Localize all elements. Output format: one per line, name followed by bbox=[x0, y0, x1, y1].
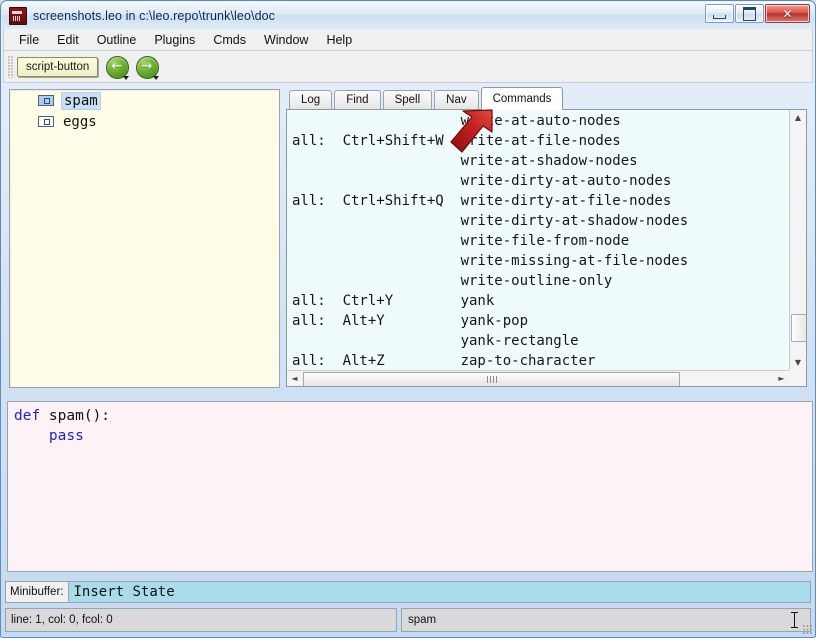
back-button[interactable]: ← bbox=[105, 54, 131, 80]
commands-vertical-scrollbar[interactable]: ▲ ▼ bbox=[789, 110, 806, 370]
command-row[interactable]: write-at-shadow-nodes bbox=[287, 151, 789, 171]
toolbar-drag-grip[interactable] bbox=[8, 55, 13, 78]
forward-dropdown-caret-icon[interactable] bbox=[153, 75, 160, 80]
keyword-pass: pass bbox=[48, 428, 84, 444]
tab-log[interactable]: Log bbox=[289, 90, 333, 109]
command-row[interactable]: write-outline-only bbox=[287, 271, 789, 291]
menu-cmds[interactable]: Cmds bbox=[204, 31, 255, 49]
commands-list[interactable]: write-at-auto-nodes all: Ctrl+Shift+W wri… bbox=[287, 110, 789, 370]
code-text-1: spam(): bbox=[40, 408, 111, 424]
command-row[interactable]: yank-rectangle bbox=[287, 331, 789, 351]
maximize-button[interactable] bbox=[735, 4, 764, 23]
command-row[interactable]: write-file-from-node bbox=[287, 231, 789, 251]
menu-file[interactable]: File bbox=[10, 31, 48, 49]
menu-edit[interactable]: Edit bbox=[48, 31, 88, 49]
minimize-icon bbox=[706, 5, 733, 22]
command-row[interactable]: all: Alt+Y yank-pop bbox=[287, 311, 789, 331]
minibuffer-input[interactable]: Insert State bbox=[68, 581, 811, 603]
node-icon[interactable] bbox=[38, 116, 54, 127]
leo-app-icon bbox=[9, 6, 27, 25]
log-pane: Log Find Spell Nav Commands write-at-aut… bbox=[286, 87, 807, 388]
command-row[interactable]: all: Alt+Z zap-to-character bbox=[287, 351, 789, 370]
code-line-1: def spam(): bbox=[14, 406, 812, 426]
command-row[interactable]: all: Ctrl+Shift+W write-at-file-nodes bbox=[287, 131, 789, 151]
node-icon[interactable] bbox=[38, 95, 54, 106]
minibuffer-label: Minibuffer: bbox=[5, 581, 69, 603]
horizontal-scroll-thumb[interactable] bbox=[303, 372, 680, 386]
window-resize-grip[interactable] bbox=[803, 625, 813, 635]
keyword-def: def bbox=[14, 408, 41, 424]
maximize-icon bbox=[736, 5, 763, 22]
text-cursor-icon bbox=[791, 612, 798, 628]
close-icon: ✕ bbox=[782, 6, 793, 21]
tree-node-eggs[interactable]: eggs bbox=[10, 111, 279, 132]
tab-nav[interactable]: Nav bbox=[434, 90, 479, 109]
command-row[interactable]: write-missing-at-file-nodes bbox=[287, 251, 789, 271]
menu-help[interactable]: Help bbox=[317, 31, 361, 49]
tab-spell[interactable]: Spell bbox=[382, 90, 433, 109]
window-controls: ✕ bbox=[704, 4, 810, 23]
main-content: spam eggs Log Find Spell Nav Commands wr… bbox=[3, 83, 813, 576]
back-dropdown-caret-icon[interactable] bbox=[123, 75, 130, 80]
status-position: line: 1, col: 0, fcol: 0 bbox=[5, 608, 397, 632]
menu-window[interactable]: Window bbox=[255, 31, 317, 49]
body-editor-pane[interactable]: def spam(): pass bbox=[7, 401, 813, 572]
command-row[interactable]: all: Ctrl+Shift+Q write-dirty-at-file-no… bbox=[287, 191, 789, 211]
commands-horizontal-scrollbar[interactable]: ◄ ► bbox=[287, 370, 789, 386]
scroll-down-icon[interactable]: ▼ bbox=[790, 355, 806, 370]
arrow-right-icon: → bbox=[141, 58, 153, 74]
script-button[interactable]: script-button bbox=[17, 56, 99, 77]
command-row[interactable]: all: Ctrl+Y yank bbox=[287, 291, 789, 311]
title-bar: screenshots.leo in c:\leo.repo\trunk\leo… bbox=[2, 2, 814, 29]
arrow-left-icon: ← bbox=[111, 58, 123, 74]
scroll-up-icon[interactable]: ▲ bbox=[790, 110, 806, 125]
tree-node-spam[interactable]: spam bbox=[10, 90, 279, 111]
tree-node-label: spam bbox=[61, 91, 101, 110]
minibuffer-row: Minibuffer: Insert State bbox=[5, 581, 811, 603]
command-row[interactable]: write-at-auto-nodes bbox=[287, 111, 789, 131]
menu-bar: File Edit Outline Plugins Cmds Window He… bbox=[3, 29, 813, 51]
code-indent-2 bbox=[14, 428, 49, 444]
status-node-name[interactable]: spam bbox=[401, 608, 811, 632]
scroll-thumb-grip-icon bbox=[486, 376, 497, 383]
status-node-label: spam bbox=[408, 614, 437, 626]
tree-node-label: eggs bbox=[63, 113, 97, 130]
command-row[interactable]: write-dirty-at-shadow-nodes bbox=[287, 211, 789, 231]
toolbar: script-button ← → bbox=[3, 51, 813, 83]
command-row[interactable]: write-dirty-at-auto-nodes bbox=[287, 171, 789, 191]
minimize-button[interactable] bbox=[705, 4, 734, 23]
scroll-left-icon[interactable]: ◄ bbox=[287, 371, 302, 386]
outline-tree-pane[interactable]: spam eggs bbox=[9, 89, 280, 388]
tab-find[interactable]: Find bbox=[334, 90, 381, 109]
commands-panel: write-at-auto-nodes all: Ctrl+Shift+W wri… bbox=[286, 109, 807, 387]
forward-button[interactable]: → bbox=[135, 54, 161, 80]
status-bar: line: 1, col: 0, fcol: 0 spam bbox=[5, 608, 811, 632]
code-line-2: pass bbox=[14, 426, 812, 446]
menu-plugins[interactable]: Plugins bbox=[145, 31, 204, 49]
close-button[interactable]: ✕ bbox=[765, 4, 810, 23]
menu-outline[interactable]: Outline bbox=[88, 31, 146, 49]
tab-commands[interactable]: Commands bbox=[480, 87, 564, 110]
vertical-scroll-thumb[interactable] bbox=[791, 314, 806, 342]
top-panes: spam eggs Log Find Spell Nav Commands wr… bbox=[3, 83, 813, 395]
log-tabstrip: Log Find Spell Nav Commands bbox=[286, 87, 807, 110]
leo-main-window: screenshots.leo in c:\leo.repo\trunk\leo… bbox=[0, 0, 816, 638]
window-title: screenshots.leo in c:\leo.repo\trunk\leo… bbox=[33, 8, 276, 23]
scroll-right-icon[interactable]: ► bbox=[774, 371, 789, 386]
scrollbar-corner bbox=[789, 370, 806, 386]
